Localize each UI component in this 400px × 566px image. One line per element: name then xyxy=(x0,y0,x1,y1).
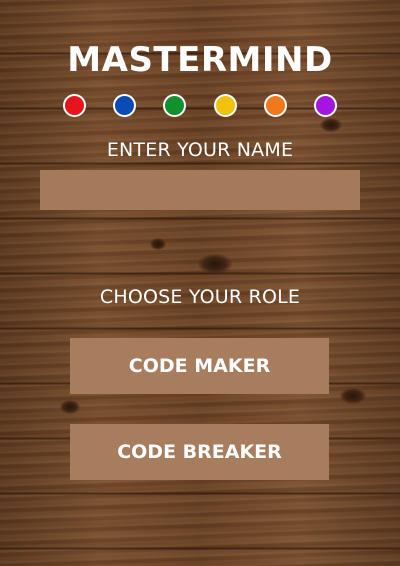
name-input[interactable] xyxy=(40,170,360,210)
yellow-peg-icon xyxy=(214,94,237,117)
purple-peg-icon xyxy=(314,94,337,117)
wood-knot xyxy=(60,400,80,414)
blue-peg-icon xyxy=(113,94,136,117)
wood-background: MASTERMIND ENTER YOUR NAME CHOOSE YOUR R… xyxy=(0,0,400,566)
code-breaker-button[interactable]: CODE BREAKER xyxy=(70,424,329,480)
green-peg-icon xyxy=(163,94,186,117)
orange-peg-icon xyxy=(264,94,287,117)
wood-knot xyxy=(150,238,166,250)
name-label: ENTER YOUR NAME xyxy=(106,139,294,161)
color-pegs xyxy=(0,94,400,120)
red-peg-icon xyxy=(63,94,86,117)
wood-knot xyxy=(320,118,342,132)
wood-knot xyxy=(198,254,232,274)
role-label: CHOOSE YOUR ROLE xyxy=(99,286,301,308)
wood-knot xyxy=(340,388,366,404)
code-maker-button[interactable]: CODE MAKER xyxy=(70,338,329,394)
game-title: MASTERMIND xyxy=(67,40,333,80)
